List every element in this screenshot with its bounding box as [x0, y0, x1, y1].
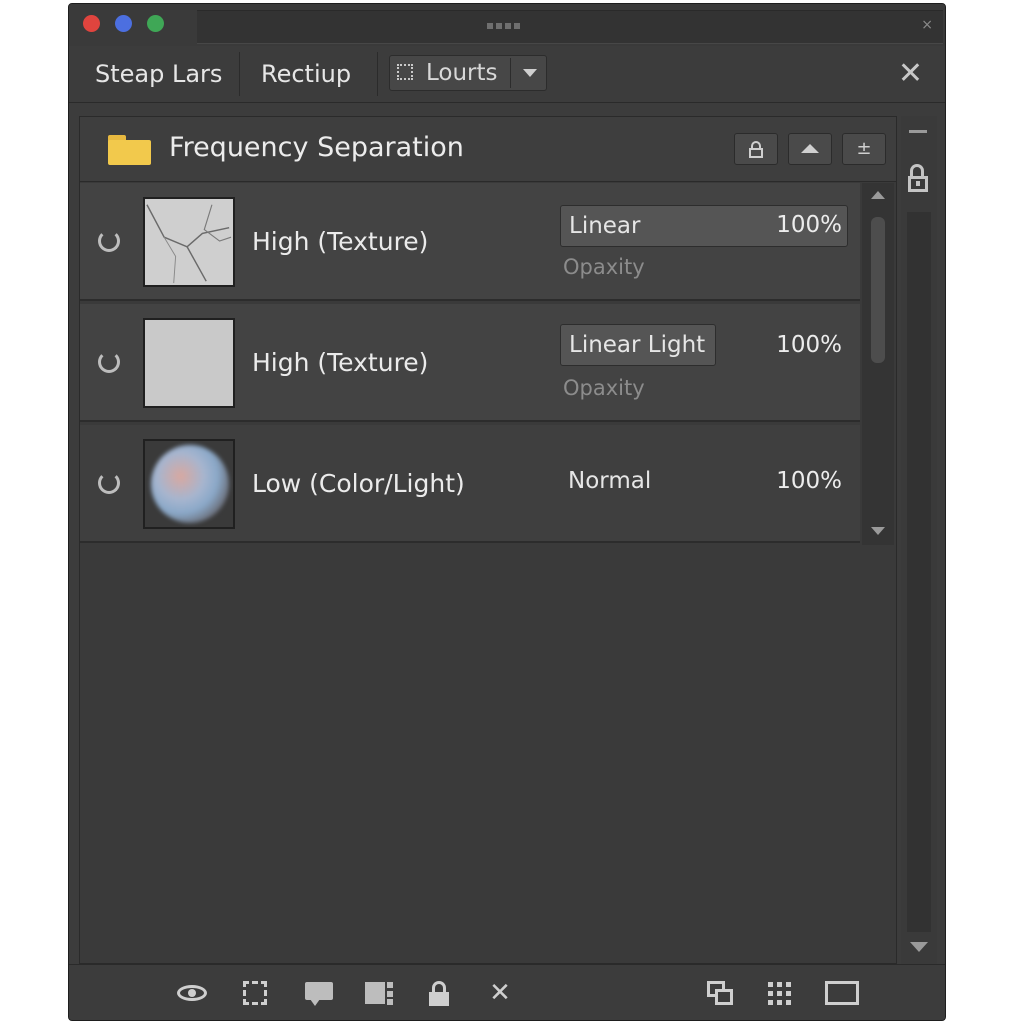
folder-icon [108, 135, 151, 165]
opacity-value[interactable]: 100% [776, 205, 842, 245]
opacity-label: Opaxity [563, 255, 645, 279]
plus-minus-icon: ± [856, 138, 872, 159]
layer-name: High (Texture) [252, 227, 429, 256]
move-up-button[interactable] [788, 133, 832, 165]
tab-rectiup[interactable]: Rectiup [261, 46, 351, 102]
minimize-window-dot[interactable] [115, 15, 132, 32]
unlock-icon[interactable] [907, 162, 931, 198]
layers-scrollbar[interactable] [862, 183, 894, 545]
lourts-dropdown[interactable]: Lourts [389, 55, 547, 91]
selection-icon [397, 64, 413, 80]
layer-row[interactable]: High (Texture) Linear Light 100% Opaxity [80, 304, 860, 422]
add-mask-icon[interactable] [241, 979, 271, 1007]
zoom-window-dot[interactable] [147, 15, 164, 32]
lock-icon[interactable] [425, 979, 455, 1007]
grid-icon[interactable] [765, 979, 795, 1007]
color-blur-icon [151, 445, 229, 523]
layer-name: High (Texture) [252, 348, 429, 377]
scroll-down-icon[interactable] [871, 527, 885, 535]
close-icon[interactable]: ✕ [898, 54, 923, 94]
scroll-up-icon[interactable] [871, 191, 885, 199]
scroll-down-icon[interactable] [910, 942, 928, 952]
move-up-icon [801, 144, 819, 153]
dropdown-divider [510, 58, 511, 88]
plus-minus-button[interactable]: ± [842, 133, 886, 165]
layers-window: × Steap Lars Rectiup Lourts ✕ Frequency … [68, 3, 946, 1021]
scroll-thumb[interactable] [871, 217, 885, 363]
close-window-dot[interactable] [83, 15, 100, 32]
side-column [901, 116, 937, 964]
opacity-value[interactable]: 100% [776, 324, 842, 366]
side-scrollbar[interactable] [907, 212, 931, 932]
lock-icon [749, 141, 763, 158]
blend-mode-dropdown[interactable]: Linear Light [560, 324, 716, 366]
footer-toolbar: ✕ [69, 964, 945, 1020]
eye-icon[interactable] [177, 979, 207, 1007]
visibility-toggle-icon[interactable] [98, 351, 120, 373]
tab-steap-lars[interactable]: Steap Lars [95, 46, 222, 102]
layer-thumbnail [143, 197, 235, 287]
title-strip[interactable]: × [197, 10, 943, 44]
group-title: Frequency Separation [169, 132, 464, 163]
layer-name: Low (Color/Light) [252, 469, 465, 498]
visibility-toggle-icon[interactable] [98, 472, 120, 494]
opacity-value[interactable]: 100% [776, 425, 842, 537]
layer-group-header[interactable]: Frequency Separation ± [80, 117, 896, 182]
dropdown-label: Lourts [426, 60, 498, 86]
collapse-icon[interactable] [909, 130, 927, 133]
texture-lines-icon [145, 199, 233, 285]
lock-button[interactable] [734, 133, 778, 165]
tiny-close-icon[interactable]: × [921, 17, 933, 33]
layer-row[interactable]: Low (Color/Light) Normal 100% [80, 425, 860, 543]
frame-icon[interactable] [825, 979, 861, 1007]
layers-panel: Frequency Separation ± High (Texture) Li… [79, 116, 897, 964]
layer-row[interactable]: High (Texture) Linear 100% Opaxity [80, 183, 860, 301]
opacity-label: Opaxity [563, 376, 645, 400]
fx-icon[interactable]: ✕ [485, 979, 515, 1007]
title-bar[interactable]: × [69, 4, 945, 46]
visibility-toggle-icon[interactable] [98, 230, 120, 252]
chevron-down-icon[interactable] [523, 69, 537, 77]
comment-icon[interactable] [305, 979, 335, 1007]
layer-thumbnail [143, 439, 235, 529]
adjustment-icon[interactable] [365, 979, 395, 1007]
drag-grip-icon[interactable] [487, 23, 520, 29]
duplicate-icon[interactable] [705, 979, 735, 1007]
tab-divider [239, 52, 240, 96]
layer-thumbnail [143, 318, 235, 408]
blend-mode-dropdown[interactable]: Normal [568, 425, 651, 537]
tab-divider [377, 52, 378, 96]
tab-bar: Steap Lars Rectiup Lourts ✕ [69, 46, 945, 103]
